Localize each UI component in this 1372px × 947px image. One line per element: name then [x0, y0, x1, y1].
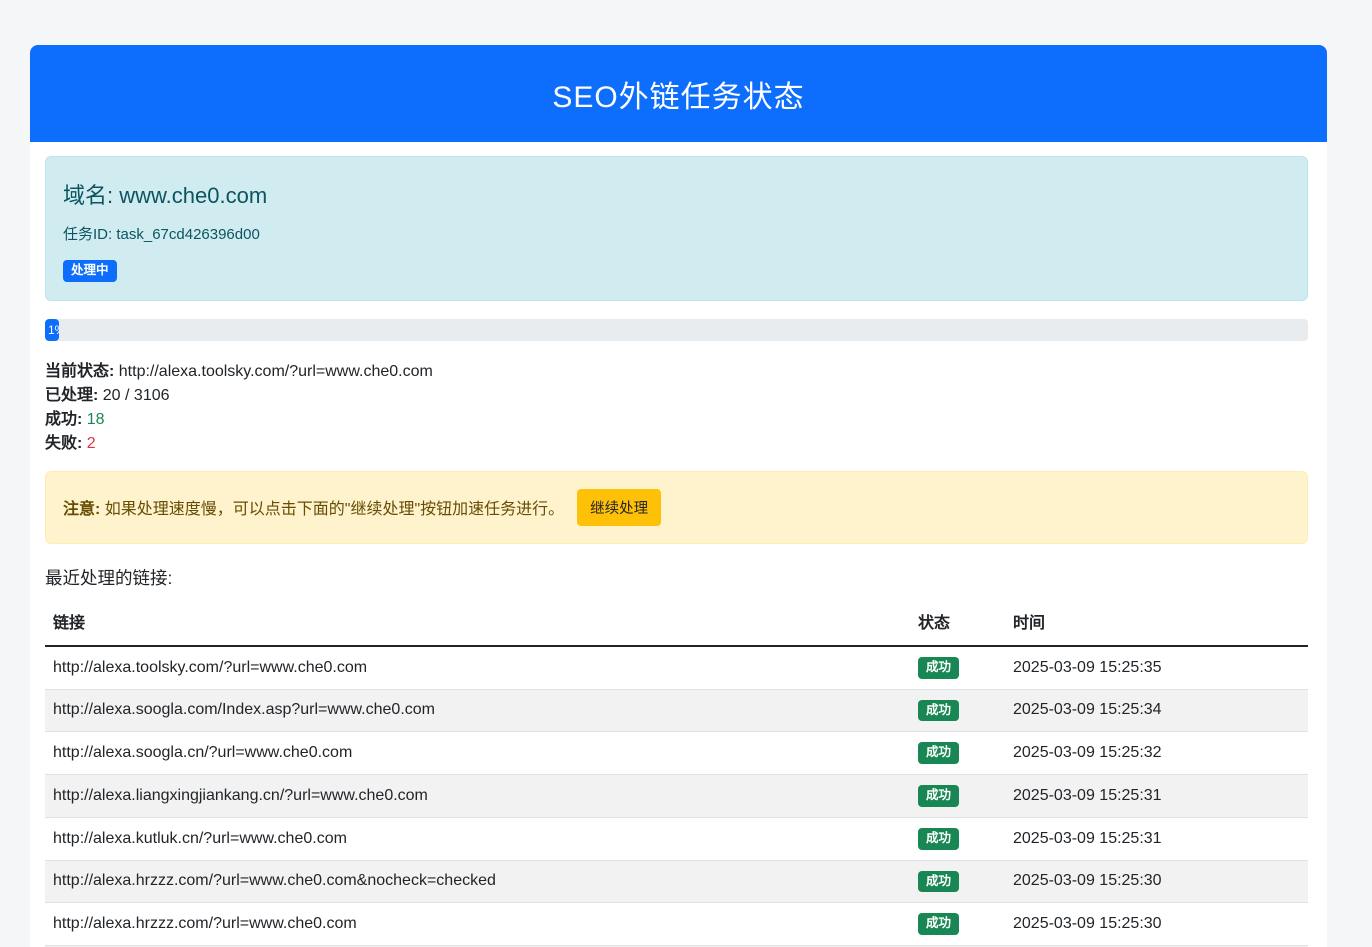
table-body: http://alexa.toolsky.com/?url=www.che0.c…: [45, 646, 1308, 947]
table-row: http://alexa.hrzzz.com/?url=www.che0.com…: [45, 903, 1308, 946]
domain-line: 域名: www.che0.com: [63, 178, 1290, 210]
success-badge: 成功: [918, 657, 959, 679]
page-title: SEO外链任务状态: [552, 72, 804, 116]
success-badge: 成功: [918, 828, 959, 850]
time-cell: 2025-03-09 15:25:34: [1005, 689, 1308, 732]
link-cell: http://alexa.hrzzz.com/?url=www.che0.com: [45, 903, 910, 946]
status-cell: 成功: [910, 775, 1005, 818]
page-header: SEO外链任务状态: [30, 45, 1327, 142]
recent-links-heading: 最近处理的链接:: [45, 565, 1308, 590]
success-badge: 成功: [918, 785, 959, 807]
current-status-label: 当前状态:: [45, 363, 119, 380]
current-status-line: 当前状态: http://alexa.toolsky.com/?url=www.…: [45, 360, 1308, 384]
processed-line: 已处理: 20 / 3106: [45, 384, 1308, 408]
table-row: http://alexa.kutluk.cn/?url=www.che0.com…: [45, 817, 1308, 860]
status-cell: 成功: [910, 860, 1005, 903]
table-row: http://alexa.hrzzz.com/?url=www.che0.com…: [45, 860, 1308, 903]
notice-message: 如果处理速度慢，可以点击下面的"继续处理"按钮加速任务进行。: [105, 501, 564, 518]
table-row: http://alexa.toolsky.com/?url=www.che0.c…: [45, 646, 1308, 689]
table-row: http://alexa.soogla.cn/?url=www.che0.com…: [45, 732, 1308, 775]
notice-text: 注意: 如果处理速度慢，可以点击下面的"继续处理"按钮加速任务进行。: [63, 495, 564, 519]
task-info-panel: 域名: www.che0.com 任务ID: task_67cd426396d0…: [45, 156, 1308, 301]
status-block: 当前状态: http://alexa.toolsky.com/?url=www.…: [45, 360, 1308, 456]
current-status-url: http://alexa.toolsky.com/?url=www.che0.c…: [119, 363, 433, 380]
time-cell: 2025-03-09 15:25:30: [1005, 903, 1308, 946]
card-body: 域名: www.che0.com 任务ID: task_67cd426396d0…: [30, 142, 1327, 947]
progress-bar: 1%: [45, 319, 1308, 341]
link-cell: http://alexa.kutluk.cn/?url=www.che0.com: [45, 817, 910, 860]
time-cell: 2025-03-09 15:25:35: [1005, 646, 1308, 689]
task-status-card: SEO外链任务状态 域名: www.che0.com 任务ID: task_67…: [30, 45, 1327, 947]
task-id-value: task_67cd426396d00: [116, 226, 259, 243]
status-cell: 成功: [910, 646, 1005, 689]
column-header-time: 时间: [1005, 600, 1308, 646]
column-header-status: 状态: [910, 600, 1005, 646]
link-cell: http://alexa.toolsky.com/?url=www.che0.c…: [45, 646, 910, 689]
success-badge: 成功: [918, 871, 959, 893]
recent-links-table: 链接 状态 时间 http://alexa.toolsky.com/?url=w…: [45, 600, 1308, 947]
link-cell: http://alexa.hrzzz.com/?url=www.che0.com…: [45, 860, 910, 903]
task-id-label: 任务ID:: [63, 226, 116, 243]
failed-label: 失败:: [45, 435, 87, 452]
success-badge: 成功: [918, 742, 959, 764]
processed-label: 已处理:: [45, 387, 103, 404]
table-header: 链接 状态 时间: [45, 600, 1308, 646]
failed-line: 失败: 2: [45, 432, 1308, 456]
status-cell: 成功: [910, 903, 1005, 946]
table-row: http://alexa.liangxingjiankang.cn/?url=w…: [45, 775, 1308, 818]
time-cell: 2025-03-09 15:25:31: [1005, 817, 1308, 860]
progress-fill: 1%: [45, 319, 59, 341]
table-row: http://alexa.soogla.com/Index.asp?url=ww…: [45, 689, 1308, 732]
column-header-link: 链接: [45, 600, 910, 646]
link-cell: http://alexa.liangxingjiankang.cn/?url=w…: [45, 775, 910, 818]
success-badge: 成功: [918, 913, 959, 935]
status-badge: 处理中: [63, 260, 117, 282]
time-cell: 2025-03-09 15:25:32: [1005, 732, 1308, 775]
failed-value: 2: [87, 435, 96, 452]
processed-value: 20 / 3106: [103, 387, 170, 404]
success-badge: 成功: [918, 700, 959, 722]
status-cell: 成功: [910, 689, 1005, 732]
time-cell: 2025-03-09 15:25:31: [1005, 775, 1308, 818]
domain-value: www.che0.com: [119, 183, 267, 208]
domain-label: 域名:: [63, 183, 119, 208]
continue-button[interactable]: 继续处理: [577, 489, 661, 526]
link-cell: http://alexa.soogla.com/Index.asp?url=ww…: [45, 689, 910, 732]
status-cell: 成功: [910, 732, 1005, 775]
link-cell: http://alexa.soogla.cn/?url=www.che0.com: [45, 732, 910, 775]
success-value: 18: [87, 411, 105, 428]
notice-panel: 注意: 如果处理速度慢，可以点击下面的"继续处理"按钮加速任务进行。 继续处理: [45, 471, 1308, 544]
task-id-line: 任务ID: task_67cd426396d00: [63, 223, 1290, 244]
time-cell: 2025-03-09 15:25:30: [1005, 860, 1308, 903]
success-line: 成功: 18: [45, 408, 1308, 432]
success-label: 成功:: [45, 411, 87, 428]
status-cell: 成功: [910, 817, 1005, 860]
notice-label: 注意:: [63, 501, 105, 518]
